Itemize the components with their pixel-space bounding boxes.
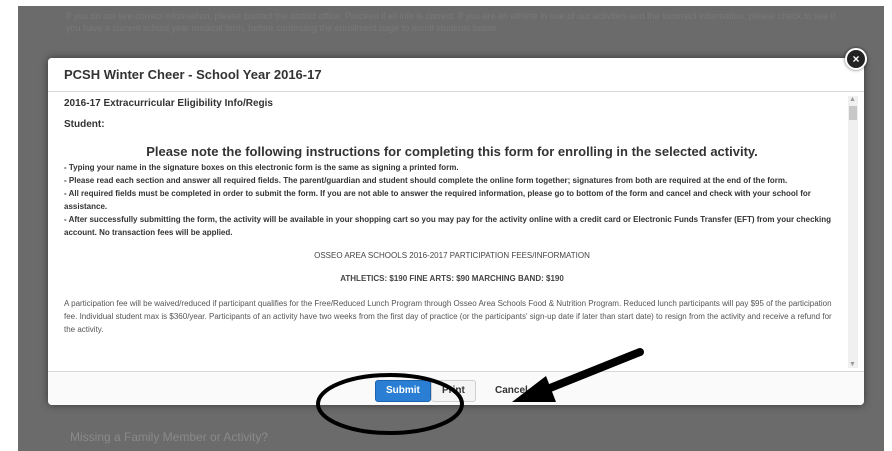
modal-title: PCSH Winter Cheer - School Year 2016-17 xyxy=(64,67,322,82)
close-icon[interactable]: × xyxy=(845,48,867,70)
instruction-bullet: - Typing your name in the signature boxe… xyxy=(64,163,459,172)
modal-body[interactable]: 2016-17 Extracurricular Eligibility Info… xyxy=(48,92,848,370)
modal-header: PCSH Winter Cheer - School Year 2016-17 xyxy=(48,58,864,92)
cancel-button[interactable]: Cancel xyxy=(484,380,539,402)
form-content: 2016-17 Extracurricular Eligibility Info… xyxy=(64,98,840,336)
section-heading: 2016-17 Extracurricular Eligibility Info… xyxy=(64,98,273,109)
scroll-up-icon[interactable]: ▲ xyxy=(849,96,856,103)
modal-footer: Submit Print Cancel xyxy=(48,371,864,405)
modal-scrollbar[interactable]: ▲ ▼ xyxy=(848,96,858,368)
student-label: Student: xyxy=(64,119,105,130)
fee-paragraph: A participation fee will be waived/reduc… xyxy=(64,299,832,334)
fees-title: OSSEO AREA SCHOOLS 2016-2017 PARTICIPATI… xyxy=(314,251,590,260)
submit-button[interactable]: Submit xyxy=(375,380,431,402)
fees-line: ATHLETICS: $190 FINE ARTS: $90 MARCHING … xyxy=(340,274,564,283)
scroll-thumb[interactable] xyxy=(849,106,857,120)
scroll-down-icon[interactable]: ▼ xyxy=(849,361,856,368)
instruction-bullet: - After successfully submitting the form… xyxy=(64,215,831,237)
background-notice-text: If you do not see correct information, p… xyxy=(66,11,836,33)
print-button[interactable]: Print xyxy=(431,380,476,402)
missing-member-link[interactable]: Missing a Family Member or Activity? xyxy=(70,430,268,444)
instruction-bullet: - All required fields must be completed … xyxy=(64,189,811,211)
instructions-heading: Please note the following instructions f… xyxy=(146,144,758,159)
instruction-bullet: - Please read each section and answer al… xyxy=(64,176,788,185)
enrollment-modal: PCSH Winter Cheer - School Year 2016-17 … xyxy=(48,58,864,405)
